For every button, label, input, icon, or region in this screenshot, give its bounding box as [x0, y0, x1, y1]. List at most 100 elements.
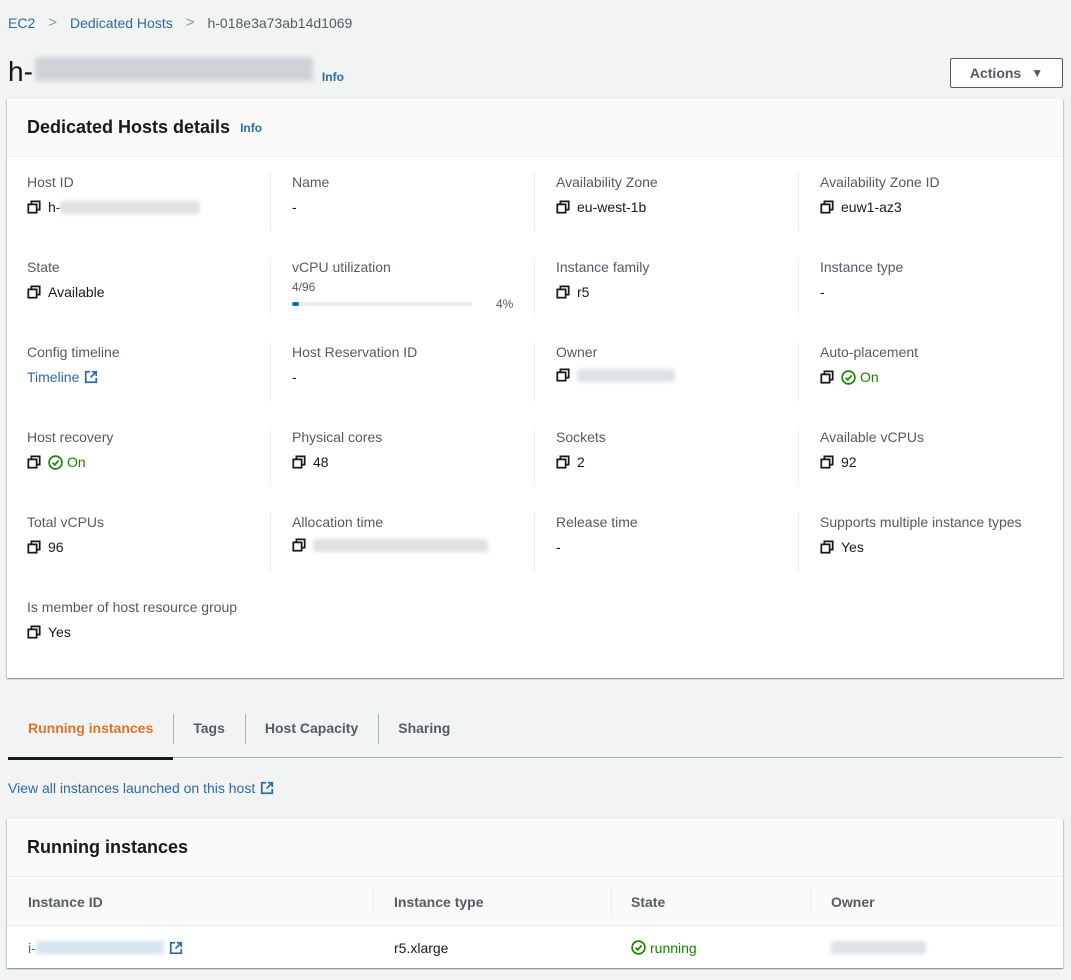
field-label: Auto-placement: [820, 344, 919, 360]
field-label: Supports multiple instance types: [820, 514, 1022, 530]
vcpu-progress-fill: [292, 302, 300, 306]
host-recovery-value: On: [67, 454, 86, 470]
details-panel-title: Dedicated Hosts details: [27, 117, 231, 137]
column-header-instance-id[interactable]: Instance ID: [28, 878, 103, 926]
details-panel-header: Dedicated Hosts details Info: [7, 99, 1063, 157]
page-title-prefix: h-: [8, 56, 33, 87]
host-id-value: h-: [48, 199, 61, 215]
copy-icon[interactable]: [292, 538, 306, 552]
copy-icon[interactable]: [820, 455, 834, 469]
field-label: Availability Zone: [556, 174, 658, 190]
copy-icon[interactable]: [556, 368, 570, 382]
copy-icon[interactable]: [27, 285, 41, 299]
tab-running-instances[interactable]: Running instances: [8, 712, 174, 760]
tab-tags[interactable]: Tags: [173, 712, 245, 758]
breadcrumb: EC2 > Dedicated Hosts > h-018e3a73ab14d1…: [8, 14, 352, 31]
column-header-owner[interactable]: Owner: [831, 878, 875, 926]
copy-icon[interactable]: [27, 455, 41, 469]
copy-icon[interactable]: [820, 370, 834, 384]
field-sockets: Sockets 2: [534, 428, 781, 486]
copy-icon[interactable]: [556, 285, 570, 299]
sockets-value: 2: [577, 454, 585, 470]
availability-zone-id-value: euw1-az3: [841, 199, 902, 215]
field-availability-zone-id: Availability Zone ID euw1-az3: [798, 173, 1045, 231]
field-label: Sockets: [556, 429, 606, 445]
field-label: Host Reservation ID: [292, 344, 418, 360]
copy-icon[interactable]: [27, 200, 41, 214]
copy-icon[interactable]: [27, 540, 41, 554]
field-auto-placement: Auto-placement On: [798, 343, 1045, 401]
copy-icon[interactable]: [556, 200, 570, 214]
column-divider: [373, 888, 374, 916]
field-label: Host recovery: [27, 429, 114, 445]
state-value: Available: [48, 284, 105, 300]
column-header-state[interactable]: State: [631, 878, 665, 926]
owner-cell: [831, 927, 926, 968]
breadcrumb-dedicated-hosts[interactable]: Dedicated Hosts: [70, 15, 173, 31]
name-value: -: [292, 199, 297, 215]
field-vcpu-utilization: vCPU utilization 4/96 4%: [270, 258, 517, 316]
tab-host-capacity[interactable]: Host Capacity: [244, 712, 378, 758]
redacted-value: [313, 538, 488, 552]
physical-cores-value: 48: [313, 454, 329, 470]
instance-id-link[interactable]: i-: [28, 940, 36, 956]
field-instance-type: Instance type -: [798, 258, 1045, 316]
field-label: Is member of host resource group: [27, 599, 238, 615]
details-row: Config timeline Timeline Host Reservatio…: [7, 328, 1063, 401]
page-title: h- Info: [8, 56, 344, 88]
field-supports-multiple-types: Supports multiple instance types Yes: [798, 513, 1045, 571]
chevron-right-icon: >: [48, 14, 57, 31]
field-allocation-time: Allocation time: [270, 513, 517, 571]
availability-zone-value: eu-west-1b: [577, 199, 647, 215]
auto-placement-value: On: [860, 369, 879, 385]
field-state: State Available: [7, 258, 252, 316]
copy-icon[interactable]: [556, 455, 570, 469]
caret-down-icon: ▼: [1031, 66, 1044, 80]
field-label: Owner: [556, 344, 598, 360]
details-row: Is member of host resource group Yes: [7, 583, 1063, 643]
field-release-time: Release time -: [534, 513, 781, 571]
redacted-value: [60, 200, 201, 214]
field-label: Total vCPUs: [27, 514, 105, 530]
actions-button[interactable]: Actions ▼: [950, 58, 1063, 88]
field-host-recovery: Host recovery On: [7, 428, 252, 486]
tab-label: Tags: [193, 720, 225, 736]
field-label: Release time: [556, 514, 638, 530]
field-instance-family: Instance family r5: [534, 258, 781, 316]
field-total-vcpus: Total vCPUs 96: [7, 513, 252, 571]
view-all-instances-link[interactable]: View all instances launched on this host: [8, 780, 274, 796]
tab-bar: Running instances Tags Host Capacity Sha…: [8, 712, 1063, 760]
table-header: Instance ID Instance type State Owner: [7, 878, 1063, 926]
external-link-icon[interactable]: [169, 941, 183, 955]
field-label: State: [27, 259, 60, 275]
tab-label: Running instances: [28, 720, 154, 736]
page-info-link[interactable]: Info: [322, 70, 344, 84]
field-owner: Owner: [534, 343, 781, 401]
copy-icon[interactable]: [27, 625, 41, 639]
chevron-right-icon: >: [185, 14, 195, 31]
supports-multiple-types-value: Yes: [841, 539, 864, 555]
field-host-id: Host ID h-: [7, 173, 252, 231]
copy-icon[interactable]: [820, 540, 834, 554]
vcpu-progress-bar: [292, 302, 472, 306]
release-time-value: -: [556, 539, 561, 555]
field-label: Available vCPUs: [820, 429, 925, 445]
field-physical-cores: Physical cores 48: [270, 428, 517, 486]
field-config-timeline: Config timeline Timeline: [7, 343, 252, 401]
dedicated-hosts-details-panel: Dedicated Hosts details Info Host ID h- …: [7, 99, 1063, 678]
column-header-instance-type[interactable]: Instance type: [394, 878, 483, 926]
external-link-icon[interactable]: [84, 370, 98, 384]
breadcrumb-ec2[interactable]: EC2: [8, 15, 35, 31]
instance-state-value: running: [650, 939, 697, 956]
redacted-value: [831, 941, 926, 954]
copy-icon[interactable]: [292, 455, 306, 469]
copy-icon[interactable]: [820, 200, 834, 214]
timeline-link[interactable]: Timeline: [27, 368, 79, 386]
field-name: Name -: [270, 173, 517, 231]
tab-sharing[interactable]: Sharing: [378, 712, 470, 758]
details-row: Total vCPUs 96 Allocation time Release t…: [7, 498, 1063, 571]
field-available-vcpus: Available vCPUs 92: [798, 428, 1045, 486]
check-circle-icon: [841, 370, 856, 385]
view-all-label: View all instances launched on this host: [8, 780, 256, 796]
details-info-link[interactable]: Info: [240, 121, 262, 135]
